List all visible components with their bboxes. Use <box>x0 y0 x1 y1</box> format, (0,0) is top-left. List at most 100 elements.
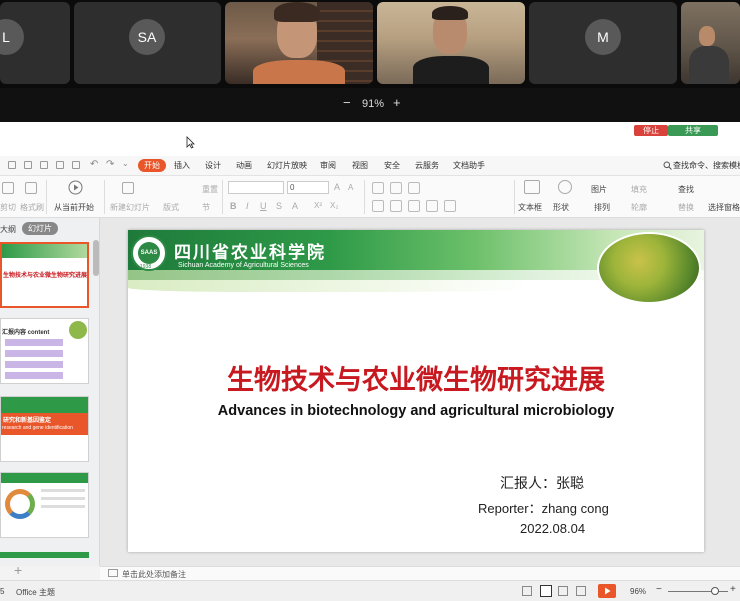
tab-view[interactable]: 视图 <box>352 160 368 171</box>
bullets-icon[interactable] <box>372 182 384 194</box>
slide-sorter-icon[interactable] <box>558 586 568 596</box>
indent-icon[interactable] <box>408 182 420 194</box>
print-icon[interactable] <box>40 161 48 169</box>
status-zoom-in[interactable]: + <box>730 584 736 595</box>
subscript-icon[interactable]: X₂ <box>330 201 338 210</box>
tab-security[interactable]: 安全 <box>384 160 400 171</box>
play-icon[interactable] <box>68 180 83 195</box>
undo-icon[interactable]: ↶ <box>90 159 98 170</box>
participant-tile-m[interactable]: M <box>529 2 677 84</box>
quick-menu-icon[interactable] <box>8 161 16 169</box>
new-slide-icon[interactable] <box>122 182 134 194</box>
tab-review[interactable]: 审阅 <box>320 160 336 171</box>
tab-home[interactable]: 开始 <box>138 159 166 172</box>
slideshow-button[interactable] <box>598 584 616 598</box>
notes-area[interactable]: 单击此处添加备注 <box>100 566 740 580</box>
zoom-slider-handle[interactable] <box>711 587 719 595</box>
select-pane-button[interactable]: 选择窗格 <box>708 202 740 213</box>
bold-icon[interactable]: B <box>230 201 237 211</box>
tab-cloud[interactable]: 云服务 <box>415 160 439 171</box>
zoom-out-button[interactable]: − <box>343 95 351 110</box>
align-right-icon[interactable] <box>408 200 420 212</box>
align-center-icon[interactable] <box>390 200 402 212</box>
command-search[interactable]: 查找命令、搜索模板 <box>673 160 740 171</box>
outline-button[interactable]: 轮廓 <box>631 202 647 213</box>
line-spacing-icon[interactable] <box>444 200 456 212</box>
slide-number: 5 <box>0 587 5 596</box>
thumb-bar <box>5 339 63 346</box>
tab-doc-assistant[interactable]: 文档助手 <box>453 160 485 171</box>
participant-video-3[interactable] <box>681 2 740 84</box>
participant-avatar: SA <box>129 19 165 55</box>
current-slide[interactable]: SAAS 1938 四川省农业科学院 Sichuan Academy of Ag… <box>128 230 704 552</box>
preview-icon[interactable] <box>56 161 64 169</box>
find-button[interactable]: 查找 <box>678 184 694 195</box>
font-color-icon[interactable]: A <box>292 201 298 211</box>
align-left-icon[interactable] <box>372 200 384 212</box>
textbox-icon[interactable] <box>524 180 540 194</box>
thumb-bar <box>5 350 63 357</box>
shape-label[interactable]: 形状 <box>553 202 569 213</box>
tab-animation[interactable]: 动画 <box>236 160 252 171</box>
slide-thumbnail-2[interactable]: 汇报内容 content <box>0 318 89 384</box>
italic-icon[interactable]: I <box>246 201 249 211</box>
underline-icon[interactable]: U <box>260 201 267 211</box>
numbering-icon[interactable] <box>390 182 402 194</box>
tab-slideshow[interactable]: 幻灯片放映 <box>267 160 307 171</box>
new-slide-label[interactable]: 新建幻灯片 <box>110 202 150 213</box>
participant-tile-l[interactable]: L <box>0 2 70 84</box>
participant-video-1[interactable] <box>225 2 373 84</box>
add-slide-button[interactable]: + <box>14 562 22 578</box>
strikethrough-icon[interactable]: S <box>276 201 282 211</box>
font-family-select[interactable] <box>228 181 284 194</box>
replace-button[interactable]: 替换 <box>678 202 694 213</box>
section-label[interactable]: 节 <box>202 202 210 213</box>
fill-button[interactable]: 填充 <box>631 184 647 195</box>
share-button[interactable]: 共享 <box>668 125 718 136</box>
slide-thumbnail-5-peek[interactable] <box>0 552 89 558</box>
scrollbar[interactable] <box>93 240 99 276</box>
play-icon <box>605 587 611 595</box>
reading-view-icon[interactable] <box>576 586 586 596</box>
font-grow-icon[interactable]: A <box>334 182 340 192</box>
arrange-button[interactable]: 排列 <box>594 202 610 213</box>
font-shrink-icon[interactable]: A <box>348 183 353 192</box>
play-from-current-label[interactable]: 从当前开始 <box>54 202 94 213</box>
participant-tile-sa[interactable]: SA <box>74 2 221 84</box>
status-zoom-out[interactable]: − <box>656 584 662 595</box>
participant-video-2[interactable] <box>377 2 525 84</box>
stop-share-button[interactable]: 停止 <box>634 125 668 136</box>
thumb-subtitle: research and gene identification <box>2 425 73 431</box>
textbox-label[interactable]: 文本框 <box>518 202 542 213</box>
picture-button[interactable]: 图片 <box>591 184 607 195</box>
tab-insert[interactable]: 插入 <box>174 160 190 171</box>
slide-thumbnail-4[interactable] <box>0 472 89 538</box>
participant-hair <box>274 2 320 22</box>
participant-face <box>699 26 715 46</box>
tab-slides[interactable]: 幻灯片 <box>22 222 58 235</box>
notes-toggle-icon[interactable] <box>522 586 532 596</box>
slide-title-cn: 生物技术与农业微生物研究进展 <box>227 365 605 396</box>
redo-icon[interactable]: ↷ <box>106 159 114 170</box>
save-icon[interactable] <box>24 161 32 169</box>
superscript-icon[interactable]: X² <box>314 201 322 210</box>
format-painter-icon[interactable] <box>25 182 37 194</box>
layout-label[interactable]: 版式 <box>163 202 179 213</box>
participant-avatar: M <box>585 19 621 55</box>
slide-thumbnail-1[interactable]: 生物技术与农业微生物研究进展 <box>0 242 89 308</box>
cut-icon[interactable] <box>2 182 14 194</box>
shape-icon[interactable] <box>558 180 572 194</box>
zoom-slider-track[interactable] <box>668 591 728 592</box>
reset-label[interactable]: 重置 <box>202 184 218 195</box>
normal-view-icon[interactable] <box>540 585 552 597</box>
font-size-select[interactable]: 0 <box>287 181 329 194</box>
slide-title-en: Advances in biotechnology and agricultur… <box>217 403 615 419</box>
customize-dropdown-icon[interactable]: ⌄ <box>122 159 129 168</box>
tab-design[interactable]: 设计 <box>205 160 221 171</box>
slide-thumbnail-3[interactable]: 研究和新基因鉴定 research and gene identificatio… <box>0 396 89 462</box>
export-icon[interactable] <box>72 161 80 169</box>
participant-strip: L SA M <box>0 0 740 88</box>
justify-icon[interactable] <box>426 200 438 212</box>
tab-outline[interactable]: 大纲 <box>0 224 16 235</box>
zoom-in-button[interactable]: + <box>393 95 401 110</box>
